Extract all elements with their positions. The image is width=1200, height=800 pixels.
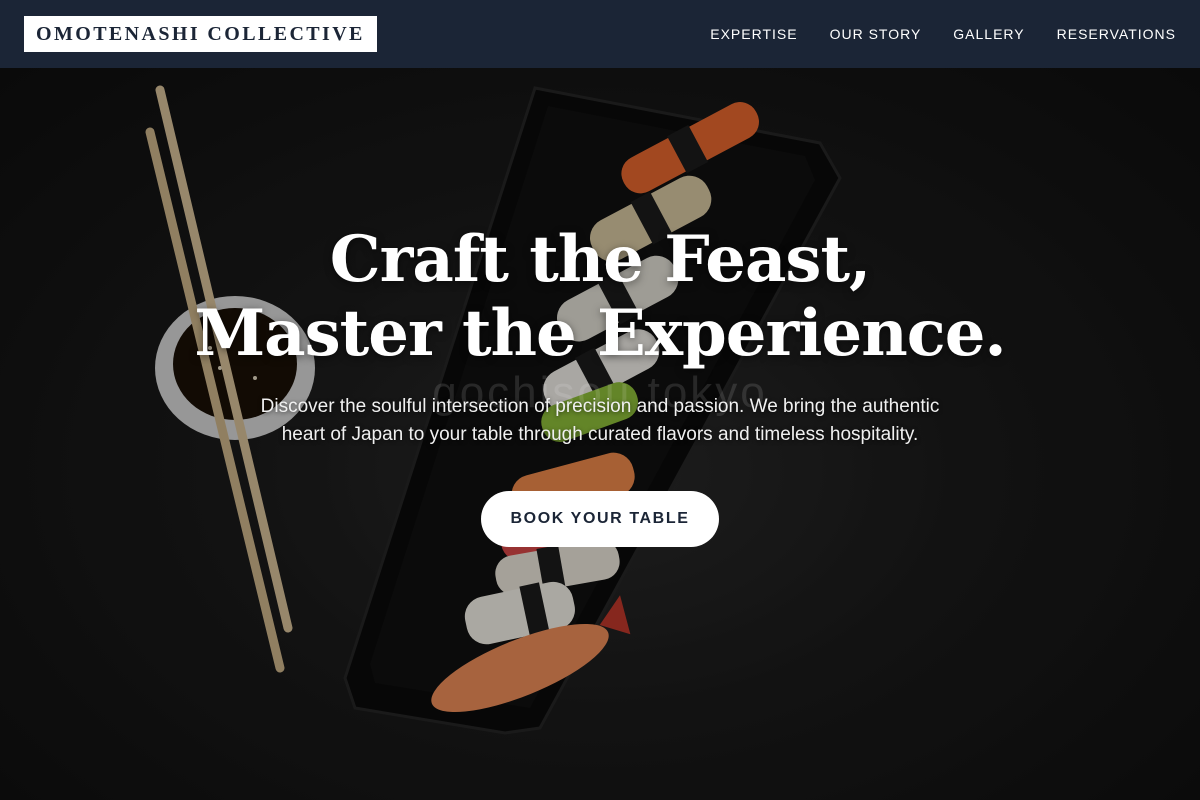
nav-link-expertise[interactable]: EXPERTISE [710, 26, 797, 42]
hero-section: gochisou tokyo Craft the Feast, Master t… [0, 68, 1200, 800]
top-navbar: OMOTENASHI COLLECTIVE EXPERTISE OUR STOR… [0, 0, 1200, 68]
hero-headline-line-1: Craft the Feast, [329, 222, 872, 297]
hero-headline: Craft the Feast, Master the Experience. [0, 223, 1200, 371]
hero-subtitle: Discover the soulful intersection of pre… [260, 396, 940, 445]
nav-link-gallery[interactable]: GALLERY [953, 26, 1024, 42]
hero-content: Craft the Feast, Master the Experience. … [0, 223, 1200, 547]
nav-link-our-story[interactable]: OUR STORY [830, 26, 922, 42]
nav-link-reservations[interactable]: RESERVATIONS [1057, 26, 1176, 42]
nav-links: EXPERTISE OUR STORY GALLERY RESERVATIONS [678, 26, 1176, 42]
book-table-button[interactable]: BOOK YOUR TABLE [481, 491, 719, 547]
brand-logo[interactable]: OMOTENASHI COLLECTIVE [24, 16, 377, 52]
hero-headline-line-2: Master the Experience. [194, 296, 1006, 371]
